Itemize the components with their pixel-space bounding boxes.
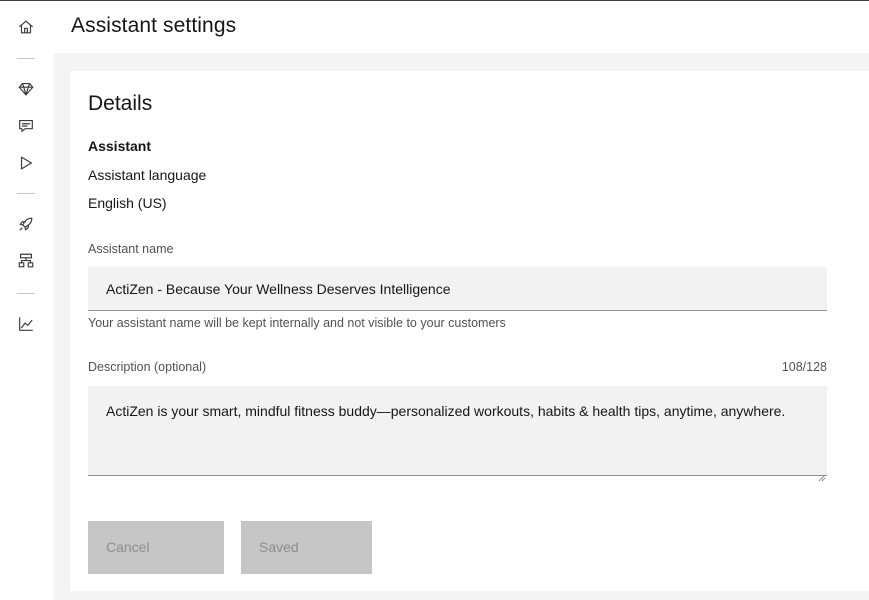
nav-divider xyxy=(17,193,35,194)
description-textarea[interactable]: ActiZen is your smart, mindful fitness b… xyxy=(88,386,827,482)
nav-divider xyxy=(17,58,35,59)
assistant-heading: Assistant xyxy=(88,138,152,154)
assistant-name-helper: Your assistant name will be kept interna… xyxy=(88,316,506,330)
nav-divider xyxy=(17,293,35,294)
description-value: ActiZen is your smart, mindful fitness b… xyxy=(106,403,786,419)
language-label: Assistant language xyxy=(88,167,207,183)
rocket-icon[interactable] xyxy=(16,214,36,234)
description-label: Description (optional) xyxy=(88,360,207,374)
section-title: Details xyxy=(88,92,153,115)
home-icon[interactable] xyxy=(16,17,36,37)
top-border xyxy=(0,0,869,1)
play-icon[interactable] xyxy=(16,153,36,173)
assistant-name-value: ActiZen - Because Your Wellness Deserves… xyxy=(106,280,451,297)
chat-icon[interactable] xyxy=(16,116,36,136)
diamond-icon[interactable] xyxy=(16,79,36,99)
assistant-name-label: Assistant name xyxy=(88,242,174,256)
language-value: English (US) xyxy=(88,195,167,211)
analytics-icon[interactable] xyxy=(16,314,36,334)
assistant-name-input[interactable]: ActiZen - Because Your Wellness Deserves… xyxy=(88,267,827,311)
saved-button[interactable]: Saved xyxy=(241,521,372,574)
details-panel xyxy=(70,71,869,591)
left-nav-rail xyxy=(0,1,53,600)
cancel-button[interactable]: Cancel xyxy=(88,521,224,574)
hierarchy-icon[interactable] xyxy=(16,251,36,271)
page-title: Assistant settings xyxy=(71,14,237,37)
description-char-counter: 108/128 xyxy=(781,360,827,374)
resize-handle-icon[interactable] xyxy=(818,466,826,482)
